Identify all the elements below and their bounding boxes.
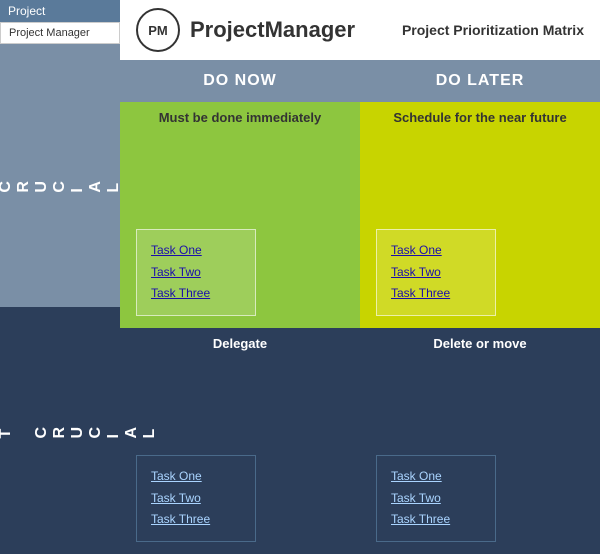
quadrant-label-top-left: Must be done immediately bbox=[120, 102, 360, 217]
quadrant-cell-bottom-left: Task One Task Two Task Three bbox=[120, 443, 360, 554]
task-link-tl-1[interactable]: Task One bbox=[151, 240, 241, 262]
top-bar: PM ProjectManager Project Prioritization… bbox=[120, 0, 600, 60]
task-link-bl-3[interactable]: Task Three bbox=[151, 509, 241, 531]
pm-logo: PM bbox=[136, 8, 180, 52]
task-link-br-3[interactable]: Task Three bbox=[391, 509, 481, 531]
matrix-title: Project Prioritization Matrix bbox=[402, 22, 584, 38]
task-box-top-right: Task One Task Two Task Three bbox=[376, 229, 496, 316]
sidebar-project-label: Project bbox=[0, 0, 120, 22]
quadrant-cell-top-right: Task One Task Two Task Three bbox=[360, 217, 600, 328]
quadrant-label-top-right: Schedule for the near future bbox=[360, 102, 600, 217]
quadrant-label-bottom-right: Delete or move bbox=[360, 328, 600, 443]
sidebar: Project Project Manager bbox=[0, 0, 120, 60]
crucial-text: CRUCIAL bbox=[0, 175, 123, 193]
task-link-tr-1[interactable]: Task One bbox=[391, 240, 481, 262]
row-labels: CRUCIAL NOTCRUCIAL bbox=[0, 60, 120, 554]
col-header-do-later: DO LATER bbox=[360, 60, 600, 102]
task-box-bottom-right: Task One Task Two Task Three bbox=[376, 455, 496, 542]
crucial-label: CRUCIAL bbox=[0, 60, 120, 307]
task-link-tl-3[interactable]: Task Three bbox=[151, 283, 241, 305]
sidebar-manager-label[interactable]: Project Manager bbox=[0, 22, 120, 44]
task-link-tr-2[interactable]: Task Two bbox=[391, 262, 481, 284]
task-link-bl-1[interactable]: Task One bbox=[151, 466, 241, 488]
task-link-br-1[interactable]: Task One bbox=[391, 466, 481, 488]
quadrant-cell-top-left: Task One Task Two Task Three bbox=[120, 217, 360, 328]
task-box-top-left: Task One Task Two Task Three bbox=[136, 229, 256, 316]
not-crucial-text: NOTCRUCIAL bbox=[0, 423, 159, 438]
task-box-bottom-left: Task One Task Two Task Three bbox=[136, 455, 256, 542]
matrix-container: CRUCIAL NOTCRUCIAL DO NOW DO LATER Must … bbox=[0, 60, 600, 554]
not-crucial-label: NOTCRUCIAL bbox=[0, 307, 120, 554]
app-title: ProjectManager bbox=[190, 17, 355, 43]
quadrant-cell-bottom-right: Task One Task Two Task Three bbox=[360, 443, 600, 554]
task-link-tr-3[interactable]: Task Three bbox=[391, 283, 481, 305]
logo-area: PM ProjectManager bbox=[136, 8, 355, 52]
task-link-tl-2[interactable]: Task Two bbox=[151, 262, 241, 284]
matrix-grid: DO NOW DO LATER Must be done immediately… bbox=[120, 60, 600, 554]
task-link-br-2[interactable]: Task Two bbox=[391, 488, 481, 510]
task-link-bl-2[interactable]: Task Two bbox=[151, 488, 241, 510]
col-header-do-now: DO NOW bbox=[120, 60, 360, 102]
app-container: Project Project Manager PM ProjectManage… bbox=[0, 0, 600, 554]
